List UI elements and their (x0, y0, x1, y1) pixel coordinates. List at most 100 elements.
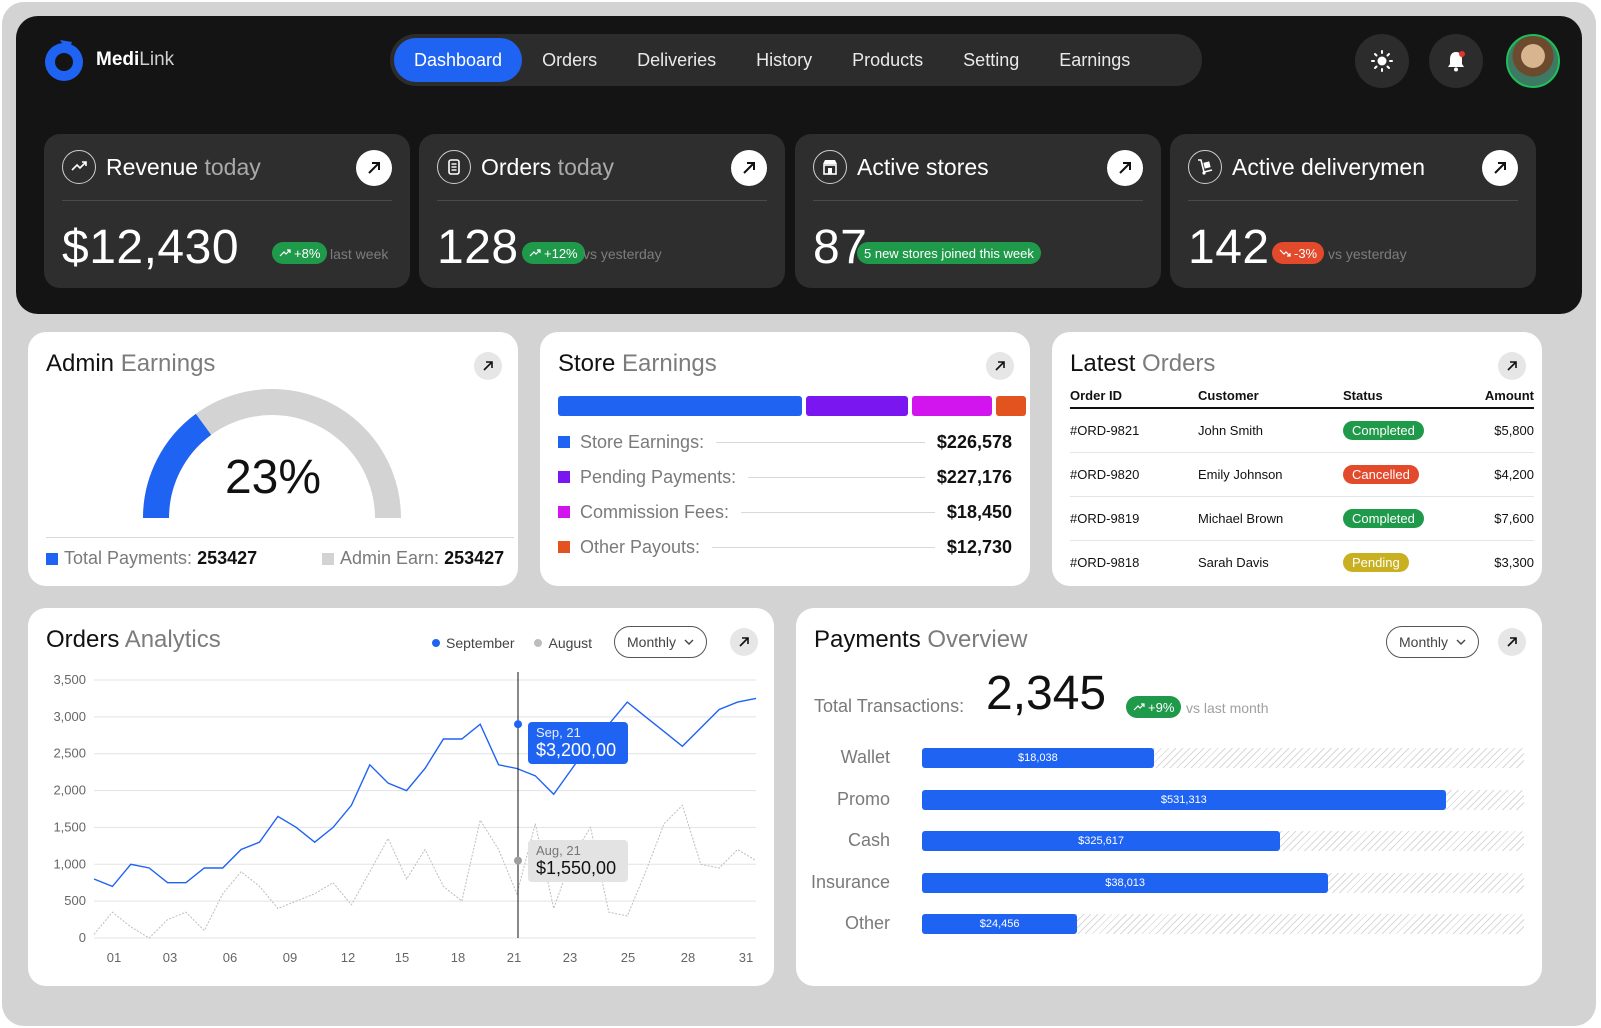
kpi-open-button[interactable] (1107, 150, 1143, 186)
x-tick-label: 31 (739, 950, 753, 965)
row-label: Other Payouts: (580, 536, 701, 557)
table-row[interactable]: #ORD-9821 John Smith Completed $5,800 (1070, 408, 1534, 453)
payment-label: Insurance (810, 871, 890, 892)
table-row[interactable]: #ORD-9820 Emily Johnson Cancelled $4,200 (1070, 452, 1534, 497)
order-amount: $4,200 (1471, 452, 1534, 497)
payments-overview-open-button[interactable] (1498, 628, 1526, 656)
kpi-open-button[interactable] (1482, 150, 1518, 186)
kpi-header: Orders today (437, 148, 767, 186)
notifications-button[interactable] (1429, 34, 1483, 88)
nav-item-dashboard[interactable]: Dashboard (394, 38, 523, 82)
stacked-bar-segment[interactable] (912, 396, 992, 416)
arrow-up-right-icon (1507, 637, 1517, 647)
comparison-note: vs last month (1186, 700, 1269, 716)
payment-bar-track: $38,013 (922, 872, 1524, 893)
period-dropdown[interactable]: Monthly (614, 626, 708, 658)
payment-label: Cash (847, 830, 890, 850)
payment-row-wallet: Wallet $18,038 (814, 747, 1524, 770)
kpi-open-button[interactable] (356, 150, 392, 186)
kpi-note: vs yesterday (1328, 246, 1407, 262)
trend-up-icon (529, 249, 541, 257)
app-name: MediLink (96, 49, 175, 70)
payment-bar-fill[interactable]: $18,038 (922, 748, 1154, 768)
orders-analytics-open-button[interactable] (730, 628, 758, 656)
payment-bar-fill[interactable]: $38,013 (922, 872, 1329, 893)
y-tick-label: 2,500 (53, 746, 86, 761)
order-amount: $5,800 (1471, 408, 1534, 453)
nav-item-orders[interactable]: Orders (522, 38, 617, 82)
customer-name: Michael Brown (1198, 496, 1343, 541)
stacked-bar-segment[interactable] (996, 396, 1026, 416)
table-row[interactable]: #ORD-9819 Michael Brown Completed $7,600 (1070, 496, 1534, 541)
row-value: $227,176 (936, 466, 1012, 487)
y-tick-label: 500 (64, 893, 86, 908)
chevron-down-icon (1456, 639, 1466, 645)
theme-toggle-button[interactable] (1355, 34, 1409, 88)
bell-icon (1448, 51, 1465, 72)
leader-line (716, 441, 925, 443)
stacked-bar-segment[interactable] (806, 396, 908, 416)
legend-swatch (46, 552, 58, 565)
admin-earnings-open-button[interactable] (474, 352, 502, 380)
status-cell: Pending (1343, 541, 1471, 585)
column-header[interactable]: Amount (1471, 384, 1534, 409)
tooltip-date: Sep, 21 (536, 725, 581, 740)
kpi-card-orders: Orders today 128 +12% vs yesterday (419, 134, 785, 288)
arrow-up-right-icon (739, 637, 749, 647)
row-value: $12,730 (946, 536, 1012, 557)
payment-value: $531,313 (1160, 793, 1207, 806)
payment-bar-fill[interactable]: $24,456 (922, 914, 1078, 934)
column-header[interactable]: Customer (1198, 384, 1343, 409)
legend-label: September (446, 635, 515, 651)
period-dropdown[interactable]: Monthly (1386, 626, 1480, 658)
store-earnings-open-button[interactable] (986, 352, 1014, 380)
order-amount: $7,600 (1471, 496, 1534, 541)
legend-value: 253427 (444, 548, 505, 568)
x-tick-label: 21 (507, 950, 521, 965)
stacked-bar-segment[interactable] (558, 396, 802, 416)
nav-item-products[interactable]: Products (832, 38, 943, 82)
kpi-title: Active stores (857, 153, 989, 180)
payment-value: $18,038 (1018, 752, 1058, 764)
user-avatar[interactable] (1506, 34, 1560, 88)
kpi-title: Orders today (481, 153, 614, 180)
kpi-value: 128 (437, 221, 519, 274)
app-logo[interactable]: MediLink (42, 38, 174, 82)
payment-bar-track: $18,038 (922, 748, 1524, 768)
x-tick-label: 12 (341, 950, 355, 965)
column-header[interactable]: Order ID (1070, 384, 1198, 409)
legend-swatch (558, 541, 570, 553)
payment-bar-fill[interactable]: $325,617 (922, 831, 1281, 851)
chart-legend: September August (432, 635, 592, 651)
x-tick-label: 03 (163, 950, 177, 965)
legend-swatch (558, 436, 570, 448)
y-tick-label: 1,000 (53, 856, 86, 871)
status-cell: Completed (1343, 496, 1471, 541)
chevron-down-icon (684, 639, 694, 645)
latest-orders-open-button[interactable] (1498, 352, 1526, 380)
nav-item-setting[interactable]: Setting (943, 38, 1039, 82)
payment-bar-track: $325,617 (922, 831, 1524, 851)
tooltip-value: $1,550,00 (536, 858, 617, 878)
badge-text: +8% (294, 245, 321, 261)
series-line-august[interactable] (93, 804, 757, 939)
nav-item-earnings[interactable]: Earnings (1039, 38, 1150, 82)
x-tick-label: 23 (563, 950, 577, 965)
kpi-header: Active deliverymen (1188, 148, 1518, 186)
series-line-september[interactable] (93, 697, 757, 888)
nav-item-history[interactable]: History (736, 38, 832, 82)
orders-analytics-title: Orders Analytics (46, 626, 221, 653)
column-header[interactable]: Status (1343, 384, 1471, 409)
payment-row-insurance: Insurance $38,013 (810, 871, 1524, 895)
store-earnings-row: Other Payouts: $12,730 (558, 535, 1012, 559)
kpi-open-button[interactable] (731, 150, 767, 186)
kpi-card-active-stores: Active stores 87 5 new stores joined this … (795, 134, 1161, 288)
y-tick-label: 0 (79, 930, 86, 945)
table-row[interactable]: #ORD-9818 Sarah Davis Pending $3,300 (1070, 541, 1534, 585)
customer-name: John Smith (1198, 408, 1343, 453)
trend-up-icon (279, 249, 291, 257)
badge-text: 5 new stores joined this week (864, 245, 1034, 261)
growth-badge: +9% (1126, 696, 1182, 718)
payment-bar-fill[interactable]: $531,313 (922, 789, 1446, 810)
nav-item-deliveries[interactable]: Deliveries (617, 38, 736, 82)
